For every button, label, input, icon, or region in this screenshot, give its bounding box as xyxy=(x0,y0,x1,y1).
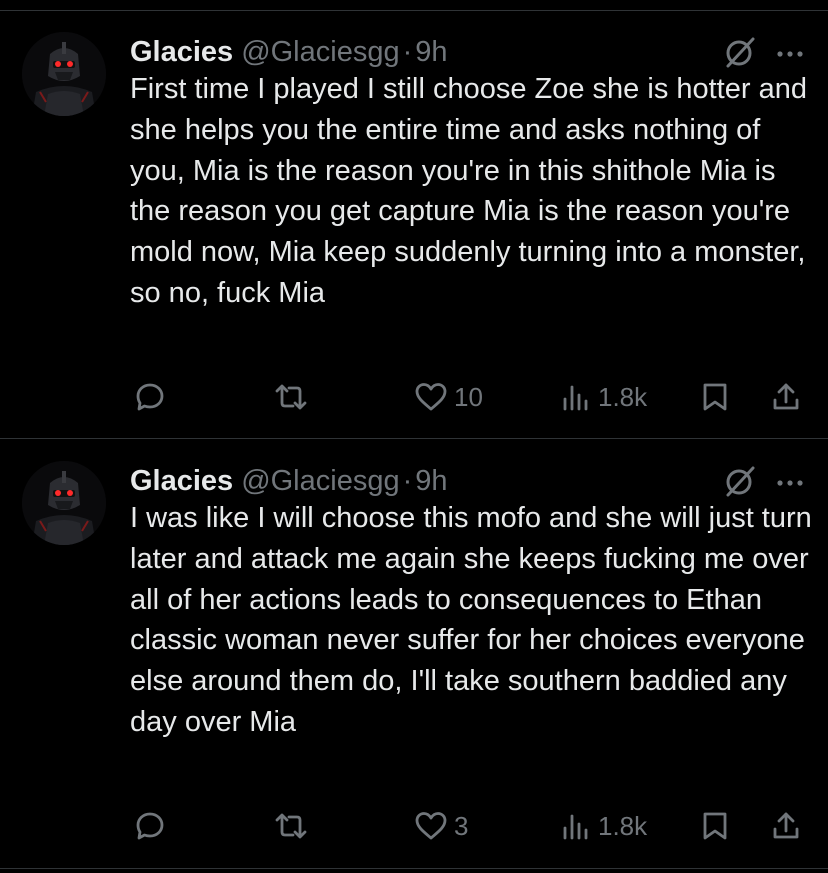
like-button[interactable]: 10 xyxy=(414,377,483,417)
author-name[interactable]: Glacies xyxy=(130,465,233,498)
like-count: 3 xyxy=(454,810,469,841)
action-bar: 10 1.8k xyxy=(0,377,828,417)
grok-icon[interactable] xyxy=(722,463,758,499)
share-icon xyxy=(770,810,802,842)
views-button[interactable]: 1.8k xyxy=(560,806,647,846)
timestamp[interactable]: 9h xyxy=(415,36,447,69)
like-button[interactable]: 3 xyxy=(414,806,468,846)
bookmark-icon xyxy=(700,810,730,842)
bookmark-button[interactable] xyxy=(700,806,730,846)
more-icon[interactable] xyxy=(776,475,804,486)
reply-icon xyxy=(134,381,166,413)
tweet-text: I was like I will choose this mofo and s… xyxy=(130,502,812,738)
author-name[interactable]: Glacies xyxy=(130,36,233,69)
retweet-button[interactable] xyxy=(273,806,309,846)
reply-button[interactable] xyxy=(134,806,166,846)
top-divider xyxy=(0,10,828,11)
separator-dot: · xyxy=(402,464,413,497)
tweet-header: Glacies @Glaciesgg · 9h xyxy=(130,32,448,72)
views-count: 1.8k xyxy=(598,381,648,412)
share-icon xyxy=(770,381,802,413)
retweet-icon xyxy=(273,381,309,413)
like-icon xyxy=(414,810,448,842)
avatar[interactable] xyxy=(22,461,106,545)
action-bar: 3 1.8k xyxy=(0,806,828,846)
tweet-header: Glacies @Glaciesgg · 9h xyxy=(130,461,448,501)
grok-icon[interactable] xyxy=(722,34,758,70)
views-icon xyxy=(560,810,592,842)
bookmark-button[interactable] xyxy=(700,377,730,417)
bookmark-icon xyxy=(700,381,730,413)
views-icon xyxy=(560,381,592,413)
separator-dot: · xyxy=(402,35,413,68)
more-icon[interactable] xyxy=(776,46,804,57)
author-handle[interactable]: @Glaciesgg xyxy=(241,36,399,69)
like-icon xyxy=(414,381,448,413)
tweet-text: First time I played I still choose Zoe s… xyxy=(130,73,807,309)
views-count: 1.8k xyxy=(598,810,648,841)
tweet-divider xyxy=(0,868,828,869)
views-button[interactable]: 1.8k xyxy=(560,377,647,417)
share-button[interactable] xyxy=(770,806,802,846)
reply-button[interactable] xyxy=(134,377,166,417)
tweet-divider xyxy=(0,438,828,439)
retweet-button[interactable] xyxy=(273,377,309,417)
avatar[interactable] xyxy=(22,32,106,116)
reply-icon xyxy=(134,810,166,842)
timestamp[interactable]: 9h xyxy=(415,465,447,498)
like-count: 10 xyxy=(454,381,483,412)
author-handle[interactable]: @Glaciesgg xyxy=(241,465,399,498)
retweet-icon xyxy=(273,810,309,842)
share-button[interactable] xyxy=(770,377,802,417)
